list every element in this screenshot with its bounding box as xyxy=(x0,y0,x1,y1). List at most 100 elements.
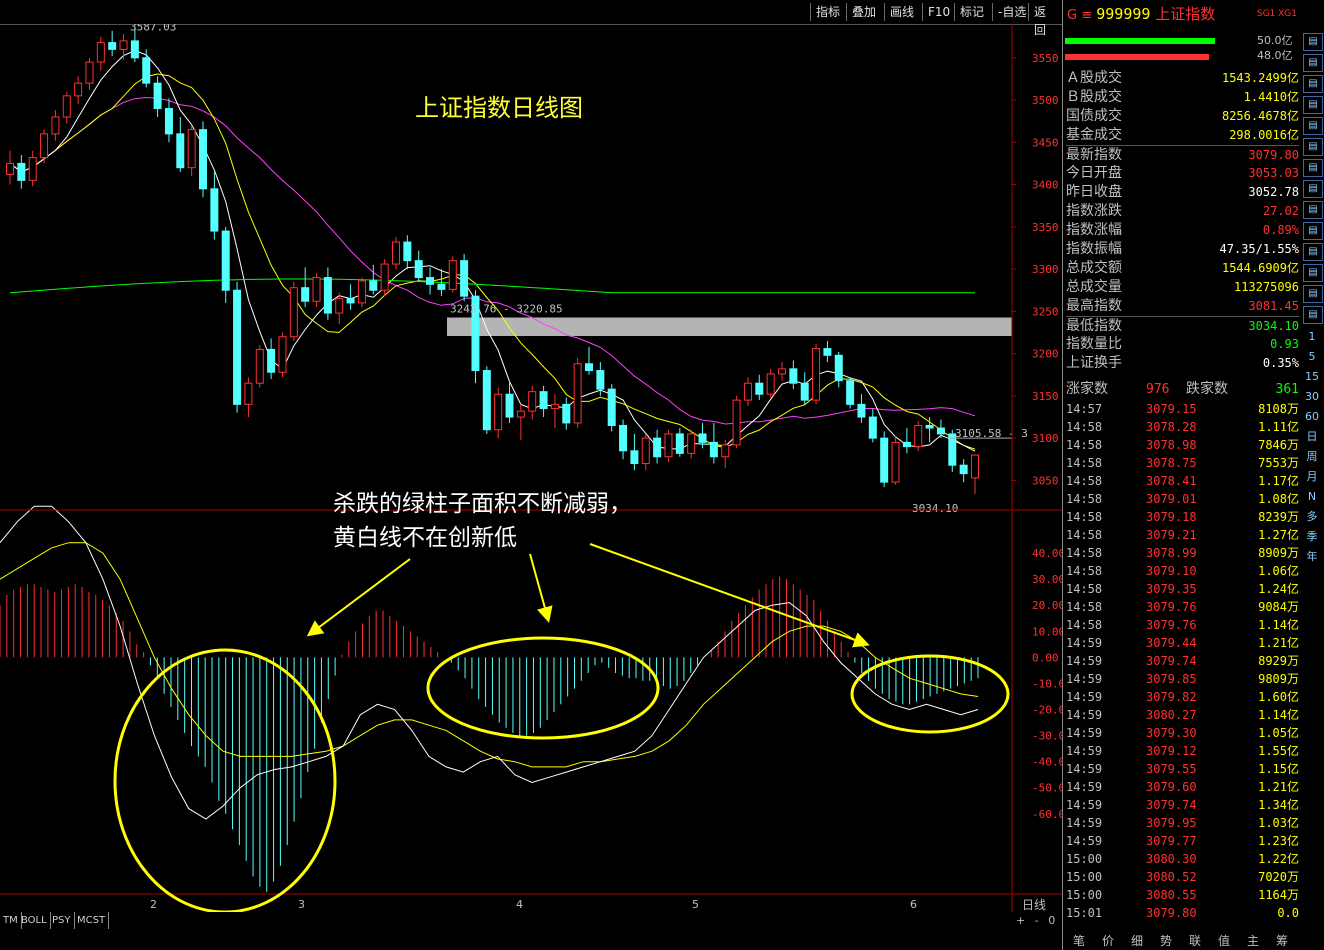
tick-volume: 1.55亿 xyxy=(1258,744,1299,758)
quote-tab[interactable]: 价 xyxy=(1095,932,1121,949)
tick-price: 3079.82 xyxy=(1146,690,1197,704)
period-button[interactable]: 月 xyxy=(1301,467,1323,487)
period-button[interactable]: N xyxy=(1301,487,1323,507)
candle xyxy=(687,429,696,459)
stat-value: 113275096 xyxy=(1233,280,1299,294)
quote-panel: G ≡ 999999 上证指数 SG1 XG1 50.0亿 48.0亿 Ａ股成交… xyxy=(1062,0,1324,950)
tick-time: 14:58 xyxy=(1066,564,1103,578)
stat-row: 指数涨跌 27.02 xyxy=(1066,202,1299,221)
quote-tab[interactable]: 值 xyxy=(1211,932,1237,949)
zoom-out-button[interactable]: - xyxy=(1035,914,1039,927)
candle-body xyxy=(323,277,332,314)
side-tool-icon[interactable]: ▤ xyxy=(1303,33,1323,51)
stat-label: 基金成交 xyxy=(1066,127,1122,143)
zoom-reset-button[interactable]: 0 xyxy=(1048,914,1055,927)
f10-button[interactable]: F10 xyxy=(922,3,955,21)
period-button[interactable]: 周 xyxy=(1301,447,1323,467)
tick-volume: 0.0 xyxy=(1277,906,1299,920)
period-button[interactable]: 5 xyxy=(1301,347,1323,367)
stat-row: Ｂ股成交 1.4410亿 xyxy=(1066,88,1299,107)
candle xyxy=(119,34,128,60)
overlay-button[interactable]: 叠加 xyxy=(846,3,881,21)
tick-volume: 1.11亿 xyxy=(1258,420,1299,434)
candle xyxy=(357,277,366,308)
side-tool-icon[interactable]: ▤ xyxy=(1303,306,1323,324)
tick-price: 3079.21 xyxy=(1146,528,1197,542)
quote-tab[interactable]: 筹 xyxy=(1269,932,1295,949)
draw-line-button[interactable]: 画线 xyxy=(884,3,919,21)
tick-row: 14:58 3078.28 1.11亿 xyxy=(1066,418,1299,436)
quote-tab[interactable]: 笔 xyxy=(1066,932,1092,949)
highlight-ellipse-2 xyxy=(426,636,660,740)
candle xyxy=(244,377,253,418)
period-button[interactable]: 1 xyxy=(1301,327,1323,347)
period-button[interactable]: 日 xyxy=(1301,427,1323,447)
candle-body xyxy=(653,437,662,458)
side-tool-icon[interactable]: ▤ xyxy=(1303,96,1323,114)
side-tool-icon[interactable]: ▤ xyxy=(1303,138,1323,156)
candle-body xyxy=(187,129,196,169)
candle-body xyxy=(346,298,355,304)
tab-mcst[interactable]: MCST xyxy=(74,912,110,929)
tick-row: 15:00 3080.30 1.22亿 xyxy=(1066,850,1299,868)
candle-body xyxy=(698,433,707,443)
tick-row: 14:59 3080.27 1.14亿 xyxy=(1066,706,1299,724)
candle-body xyxy=(562,403,571,424)
tab-psy[interactable]: PSY xyxy=(49,912,75,929)
period-button[interactable]: 30 xyxy=(1301,387,1323,407)
period-button[interactable]: 多 xyxy=(1301,507,1323,527)
candle-body xyxy=(732,399,741,446)
period-button[interactable]: 60 xyxy=(1301,407,1323,427)
side-tool-icon[interactable]: ▤ xyxy=(1303,243,1323,261)
quote-tab[interactable]: 联 xyxy=(1182,932,1208,949)
candle xyxy=(891,436,900,485)
candle-body xyxy=(846,380,855,405)
candle xyxy=(108,30,117,57)
mark-button[interactable]: 标记 xyxy=(954,3,989,21)
side-tool-icon[interactable]: ▤ xyxy=(1303,180,1323,198)
stat-label: 指数量比 xyxy=(1066,336,1122,352)
tick-volume: 8929万 xyxy=(1258,654,1299,668)
side-tool-icon[interactable]: ▤ xyxy=(1303,117,1323,135)
period-button[interactable]: 季 xyxy=(1301,527,1323,547)
stat-row: 指数振幅 47.35/1.55% xyxy=(1066,240,1299,259)
tick-price: 3078.28 xyxy=(1146,420,1197,434)
side-tool-icon[interactable]: ▤ xyxy=(1303,222,1323,240)
zoom-in-button[interactable]: + xyxy=(1016,914,1025,927)
period-button[interactable]: 年 xyxy=(1301,547,1323,567)
side-tool-icon[interactable]: ▤ xyxy=(1303,75,1323,93)
side-tool-icon[interactable]: ▤ xyxy=(1303,285,1323,303)
candle xyxy=(482,366,491,434)
candle-body xyxy=(619,424,628,452)
watchlist-button[interactable]: -自选 xyxy=(992,3,1031,21)
side-tool-icon[interactable]: ▤ xyxy=(1303,264,1323,282)
period-button[interactable]: 15 xyxy=(1301,367,1323,387)
tick-row: 14:58 3078.98 7846万 xyxy=(1066,436,1299,454)
side-tool-icon[interactable]: ▤ xyxy=(1303,54,1323,72)
tab-boll[interactable]: BOLL xyxy=(18,912,51,929)
tick-volume: 7846万 xyxy=(1258,438,1299,452)
quote-tab[interactable]: 细 xyxy=(1124,932,1150,949)
quote-tab[interactable]: 势 xyxy=(1153,932,1179,949)
candle xyxy=(380,258,389,297)
chart-canvas[interactable]: 3587.033034.103242.76 - 3220.853105.58 -… xyxy=(0,24,1062,912)
candle-body xyxy=(17,162,26,181)
candle xyxy=(755,374,764,401)
side-tool-icon[interactable]: ▤ xyxy=(1303,201,1323,219)
side-tool-icon[interactable]: ▤ xyxy=(1303,159,1323,177)
stat-row: Ａ股成交 1543.2499亿 xyxy=(1066,69,1299,88)
candle xyxy=(199,121,207,198)
ma20-line xyxy=(9,96,976,425)
price-tick-label: 3250 xyxy=(1032,305,1059,318)
macd-tick-label: -50.00 xyxy=(1032,782,1062,795)
quote-tab[interactable]: 主 xyxy=(1240,932,1266,949)
candle-body xyxy=(721,444,730,458)
candle-body xyxy=(573,363,582,424)
stat-value: 0.89% xyxy=(1262,223,1299,237)
candle-body xyxy=(392,241,400,265)
candle xyxy=(494,387,503,439)
indicator-button[interactable]: 指标 xyxy=(810,3,845,21)
back-button[interactable]: 返回 xyxy=(1028,3,1062,37)
tick-time: 15:00 xyxy=(1066,870,1103,884)
stat-row: 总成交额 1544.6909亿 xyxy=(1066,259,1299,278)
